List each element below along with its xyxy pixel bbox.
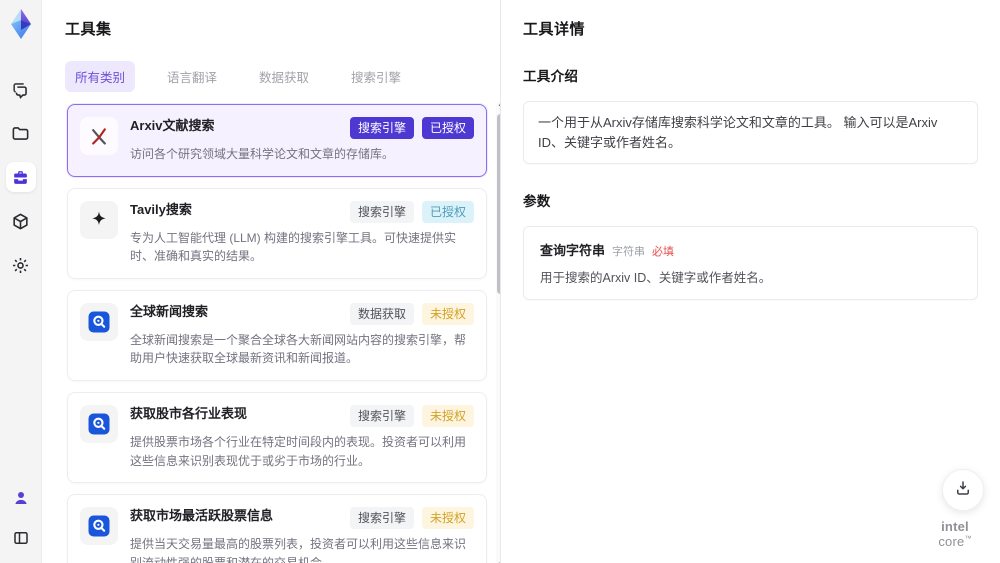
param-required-label: 必填 — [652, 246, 675, 258]
param-type: 字符串 — [612, 246, 646, 258]
folder-icon — [11, 124, 30, 143]
tool-card[interactable]: Tavily搜索 搜索引擎 已授权 专为人工智能代理 (LLM) 构建的搜索引擎… — [67, 187, 487, 279]
panel-toggle-icon — [12, 529, 30, 547]
category-badge: 搜索引擎 — [349, 117, 414, 139]
blue-search-app-icon — [80, 404, 118, 443]
tab-translation[interactable]: 语言翻译 — [157, 61, 227, 92]
tool-list-panel: 工具集 所有类别 语言翻译 数据获取 搜索引擎 Arxiv文献搜索 搜索引擎 已… — [42, 0, 505, 563]
auth-status-badge: 未授权 — [421, 507, 474, 530]
arxiv-icon — [80, 117, 118, 155]
tool-description: 访问各个研究领域大量科学论文和文章的存储库。 — [130, 147, 395, 161]
sidebar-bottom — [6, 483, 36, 553]
tool-card[interactable]: 获取股市各行业表现 搜索引擎 未授权 提供股票市场各个行业在特定时间段内的表现。… — [67, 391, 487, 484]
tool-name: 获取市场最活跃股票信息 — [130, 508, 274, 524]
auth-status-badge: 未授权 — [421, 302, 474, 325]
download-icon — [954, 479, 972, 502]
tool-name: 获取股市各行业表现 — [130, 405, 248, 421]
intro-heading: 工具介绍 — [523, 69, 579, 84]
tool-description: 专为人工智能代理 (LLM) 构建的搜索引擎工具。可快速提供实时、准确和真实的结… — [130, 230, 457, 264]
sidebar-item-files[interactable] — [6, 118, 36, 148]
category-badge: 搜索引擎 — [349, 404, 414, 427]
tab-all-categories[interactable]: 所有类别 — [65, 61, 136, 92]
tab-search-engine[interactable]: 搜索引擎 — [341, 61, 411, 92]
tool-description: 提供股票市场各个行业在特定时间段内的表现。投资者可以利用这些信息来识别表现优于或… — [130, 434, 467, 468]
category-badge: 搜索引擎 — [349, 200, 414, 223]
category-badge: 搜索引擎 — [349, 507, 414, 530]
tool-name: 全球新闻搜索 — [130, 303, 209, 319]
intro-text-box: 一个用于从Arxiv存储库搜索科学论文和文章的工具。 输入可以是Arxiv ID… — [523, 101, 978, 164]
tavily-star-icon — [80, 200, 118, 239]
tool-name: Arxiv文献搜索 — [130, 118, 215, 133]
tool-card[interactable]: Arxiv文献搜索 搜索引擎 已授权 访问各个研究领域大量科学论文和文章的存储库… — [67, 104, 487, 177]
param-name: 查询字符串 — [540, 243, 606, 258]
tool-description: 全球新闻搜索是一个聚合全球各大新闻网站内容的搜索引擎，帮助用户快速获取全球最新资… — [130, 332, 467, 366]
core-brand-text: core — [938, 533, 965, 549]
intel-core-logo: intel core™ — [938, 519, 972, 549]
intel-brand-text: intel — [941, 519, 969, 535]
tool-card[interactable]: 获取市场最活跃股票信息 搜索引擎 未授权 提供当天交易量最高的股票列表，投资者可… — [67, 494, 487, 563]
tool-list: Arxiv文献搜索 搜索引擎 已授权 访问各个研究领域大量科学论文和文章的存储库… — [65, 102, 489, 563]
sidebar-item-settings[interactable] — [6, 250, 36, 280]
package-icon — [11, 212, 30, 231]
collapse-panel-button[interactable] — [6, 523, 36, 553]
param-card: 查询字符串 字符串 必填 用于搜索的Arxiv ID、关键字或作者姓名。 — [523, 226, 978, 300]
chat-icon — [11, 80, 30, 99]
category-badge: 数据获取 — [349, 302, 414, 325]
params-heading: 参数 — [523, 194, 551, 209]
sidebar-nav — [5, 74, 36, 280]
tool-card[interactable]: 全球新闻搜索 数据获取 未授权 全球新闻搜索是一个聚合全球各大新闻网站内容的搜索… — [67, 289, 487, 381]
blue-search-app-icon — [80, 507, 118, 546]
detail-title: 工具详情 — [523, 21, 586, 38]
app-window: 工具集 所有类别 语言翻译 数据获取 搜索引擎 Arxiv文献搜索 搜索引擎 已… — [0, 0, 1000, 563]
param-description: 用于搜索的Arxiv ID、关键字或作者姓名。 — [540, 271, 772, 285]
category-tabs: 所有类别 语言翻译 数据获取 搜索引擎 — [65, 61, 500, 92]
app-logo-icon — [7, 8, 35, 40]
auth-status-badge: 已授权 — [421, 200, 474, 223]
auth-status-badge: 未授权 — [421, 404, 474, 427]
auth-status-badge: 已授权 — [421, 117, 474, 139]
download-button[interactable] — [942, 469, 984, 511]
tool-name: Tavily搜索 — [130, 201, 192, 217]
user-icon — [12, 489, 30, 507]
toolbox-icon — [11, 168, 30, 187]
tab-data-fetch[interactable]: 数据获取 — [249, 61, 319, 92]
gear-icon — [11, 256, 30, 275]
sidebar-item-packages[interactable] — [6, 206, 36, 236]
blue-search-app-icon — [80, 302, 118, 341]
tool-detail-panel: 工具详情 工具介绍 一个用于从Arxiv存储库搜索科学论文和文章的工具。 输入可… — [500, 0, 1000, 563]
user-avatar-button[interactable] — [6, 483, 36, 513]
sidebar-item-chat[interactable] — [6, 74, 36, 104]
tool-description: 提供当天交易量最高的股票列表，投资者可以利用这些信息来识别流动性强的股票和潜在的… — [130, 537, 467, 563]
page-title: 工具集 — [65, 21, 112, 38]
sidebar-item-tools[interactable] — [5, 162, 36, 192]
sidebar-rail — [0, 0, 42, 563]
